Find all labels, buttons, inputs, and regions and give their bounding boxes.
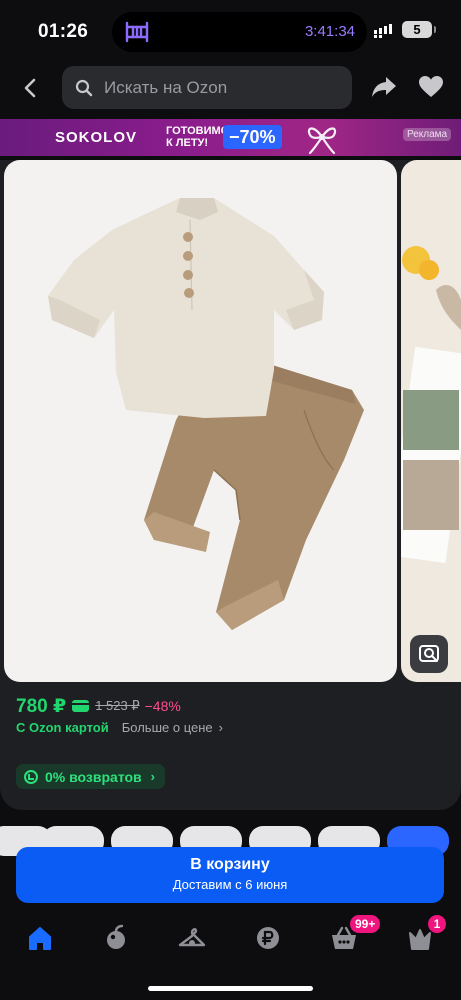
hanger-icon — [178, 928, 206, 947]
product-photo[interactable] — [4, 160, 397, 682]
next-photo-illustration — [401, 246, 461, 564]
price-row: 780 ₽ 1 523 ₽ −48% — [16, 693, 181, 719]
search-input[interactable] — [104, 66, 344, 109]
crib-icon — [125, 21, 149, 43]
delivery-date: Доставим с 6 июня — [172, 877, 288, 892]
banner-promo-text: ГОТОВИМСЯ К ЛЕТУ! — [166, 125, 237, 149]
favorite-heart-icon[interactable] — [418, 75, 444, 99]
add-to-cart-button[interactable]: В корзину Доставим с 6 июня — [16, 847, 444, 903]
camera-search-icon — [419, 645, 439, 662]
signal-icon — [374, 24, 392, 38]
price-details-row[interactable]: С Ozon картой Больше о цене › — [16, 720, 223, 735]
visual-search-button[interactable] — [410, 635, 448, 673]
product-illustration — [48, 198, 364, 630]
banner-discount: −70% — [223, 125, 282, 149]
banner-brand: SOKOLOV — [55, 129, 138, 146]
chevron-right-icon: › — [218, 720, 223, 735]
share-icon[interactable] — [370, 74, 398, 100]
add-to-cart-label: В корзину — [190, 856, 270, 873]
fresh-icon — [107, 924, 125, 949]
next-product-photo[interactable] — [401, 160, 461, 682]
price-with-card: 780 ₽ — [16, 695, 67, 717]
gift-bow-icon — [307, 127, 337, 155]
more-about-price-link[interactable]: Больше о цене — [122, 720, 213, 735]
home-indicator — [148, 986, 313, 991]
tab-fresh[interactable] — [96, 923, 136, 953]
returns-label: 0% возвратов — [45, 768, 142, 785]
battery-indicator: 5 — [402, 21, 436, 38]
tab-home[interactable] — [20, 923, 60, 953]
live-activity-timer: 3:41:34 — [304, 23, 355, 40]
profile-notification-badge: 1 — [428, 915, 446, 933]
ozon-card-icon — [72, 700, 90, 712]
tab-clothes[interactable] — [172, 923, 212, 953]
discount-percent: −48% — [144, 698, 181, 714]
search-icon — [75, 79, 93, 97]
tab-finance[interactable] — [248, 923, 288, 953]
product-page: 01:26 3:41:34 5 Искать на Ozon SOKOLOV Г… — [0, 0, 461, 1000]
ruble-icon — [257, 927, 279, 949]
ad-label: Реклама — [403, 128, 452, 141]
old-price: 1 523 ₽ — [95, 698, 140, 713]
ozon-card-label: С Ozon картой — [16, 720, 109, 735]
home-icon — [29, 927, 51, 950]
product-card: 780 ₽ 1 523 ₽ −48% С Ozon картой Больше … — [0, 160, 461, 810]
status-time: 01:26 — [38, 21, 89, 42]
cart-count-badge: 99+ — [350, 915, 381, 933]
dynamic-island[interactable]: 3:41:34 — [112, 12, 367, 52]
back-arrow-icon[interactable] — [16, 74, 44, 102]
chevron-right-icon: › — [150, 769, 155, 784]
return-icon — [24, 769, 38, 784]
promo-banner[interactable]: SOKOLOV ГОТОВИМСЯ К ЛЕТУ! −70% Реклама — [0, 119, 461, 156]
option-pills-strip — [0, 826, 461, 856]
returns-badge[interactable]: 0% возвратов › — [16, 764, 165, 789]
top-navigation — [0, 62, 461, 114]
status-bar: 01:26 3:41:34 5 — [0, 0, 461, 62]
search-bar[interactable] — [62, 66, 352, 109]
